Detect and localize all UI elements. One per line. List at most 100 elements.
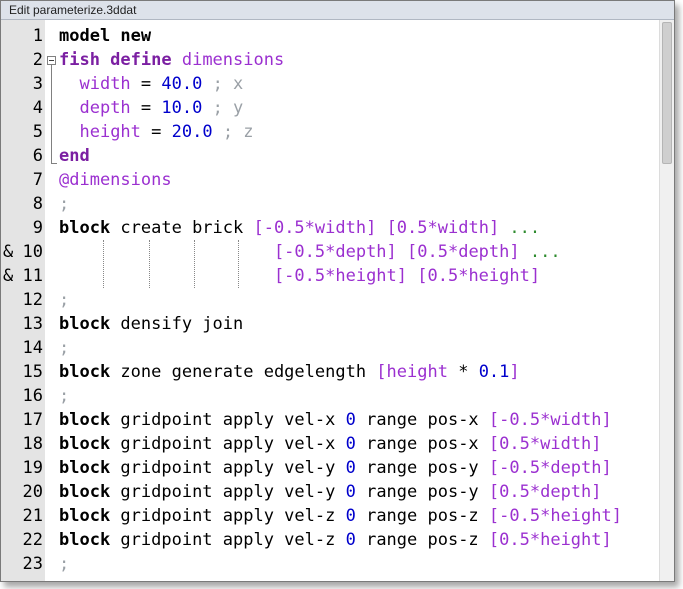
line-number: 20	[22, 482, 43, 502]
code-line[interactable]: 22 block gridpoint apply vel-z 0 range po…	[1, 528, 660, 552]
indent-guide	[194, 240, 195, 288]
code-token: [-0.5*	[488, 410, 551, 430]
line-code: ;	[59, 552, 69, 576]
code-token: 0	[345, 482, 356, 502]
code-token: height	[468, 266, 530, 286]
code-token: range pos-z	[355, 506, 489, 526]
line-code: ;	[59, 192, 69, 216]
code-token: *	[447, 362, 479, 382]
code-token: height	[386, 362, 448, 382]
code-line[interactable]: & 10 [-0.5*depth] [0.5*depth] ...	[1, 240, 660, 264]
indent-guide	[238, 240, 239, 288]
code-token: ]	[529, 266, 541, 286]
code-token: [-0.5*	[488, 458, 551, 478]
code-line[interactable]: 8;	[1, 192, 660, 216]
code-line[interactable]: 19 block gridpoint apply vel-y 0 range po…	[1, 456, 660, 480]
code-token: ]	[488, 218, 500, 238]
code-line[interactable]: 9 block create brick [-0.5*width] [0.5*wi…	[1, 216, 660, 240]
line-number: 23	[22, 554, 43, 574]
fold-toggle-icon[interactable]	[47, 56, 56, 65]
code-token: height	[550, 506, 612, 526]
code-token: block	[59, 530, 111, 550]
line-code: [-0.5*depth] [0.5*depth] ...	[59, 240, 561, 264]
code-line[interactable]: 12;	[1, 288, 660, 312]
code-token: depth	[540, 482, 592, 502]
line-number: 1	[32, 26, 43, 46]
code-line[interactable]: 21 block gridpoint apply vel-z 0 range po…	[1, 504, 660, 528]
code-token: block	[59, 314, 111, 334]
code-line[interactable]: 3 width = 40.0 ; x	[1, 72, 660, 96]
line-code: block gridpoint apply vel-x 0 range pos-…	[59, 408, 612, 432]
line-number: 21	[22, 506, 43, 526]
code-token: width	[550, 410, 602, 430]
code-token: model new	[59, 26, 152, 46]
code-token: block	[59, 410, 111, 430]
code-token: range pos-y	[355, 458, 489, 478]
code-token: ;	[59, 386, 70, 406]
code-token: range pos-x	[355, 434, 489, 454]
code-token: range pos-z	[355, 530, 489, 550]
code-token: range pos-x	[355, 410, 489, 430]
code-token: 0	[345, 530, 356, 550]
code-line[interactable]: 13 block densify join	[1, 312, 660, 336]
code-token: depth	[458, 242, 510, 262]
code-token: ]	[611, 506, 622, 526]
code-token: =	[130, 98, 162, 118]
code-token: depth	[79, 98, 131, 118]
code-line[interactable]: 23;	[1, 552, 660, 576]
code-line[interactable]: 18 block gridpoint apply vel-x 0 range po…	[1, 432, 660, 456]
code-token: block	[59, 506, 111, 526]
code-token: ;	[59, 194, 70, 214]
code-token: gridpoint apply vel-z	[110, 530, 346, 550]
code-line[interactable]: 6 end	[1, 144, 660, 168]
code-token: height	[79, 122, 141, 142]
vertical-scrollbar[interactable]	[659, 20, 674, 581]
line-number: 14	[22, 338, 43, 358]
code-line[interactable]: 14;	[1, 336, 660, 360]
line-number: 4	[32, 98, 43, 118]
code-token: ]	[509, 242, 520, 262]
line-number: 18	[22, 434, 43, 454]
code-token: 0	[345, 434, 356, 454]
line-code: ;	[59, 336, 69, 360]
code-line[interactable]: 17 block gridpoint apply vel-x 0 range po…	[1, 408, 660, 432]
line-code: fish define dimensions	[59, 48, 284, 72]
code-token: gridpoint apply vel-x	[110, 410, 346, 430]
line-code: width = 40.0 ; x	[59, 72, 243, 96]
code-token: [-0.5*	[253, 218, 315, 238]
code-token: ] [0.5*	[396, 266, 469, 286]
code-token: height	[335, 266, 397, 286]
line-number: 13	[22, 314, 43, 334]
code-line[interactable]: 20 block gridpoint apply vel-y 0 range po…	[1, 480, 660, 504]
line-number: 9	[32, 218, 43, 238]
code-lines[interactable]: 1 model new 2 fish define dimensions 3 width…	[1, 24, 660, 576]
line-code: block gridpoint apply vel-z 0 range pos-…	[59, 504, 622, 528]
code-line[interactable]: 16;	[1, 384, 660, 408]
code-editor[interactable]: 1 model new 2 fish define dimensions 3 width…	[1, 20, 674, 581]
fold-range-line	[51, 65, 52, 163]
code-line[interactable]: 7 @dimensions	[1, 168, 660, 192]
code-token: block	[59, 458, 111, 478]
code-token: 0	[345, 506, 356, 526]
line-number: 5	[32, 122, 43, 142]
code-token: gridpoint apply vel-y	[110, 458, 346, 478]
code-line[interactable]: 15 block zone generate edgelength [height…	[1, 360, 660, 384]
scrollbar-thumb[interactable]	[662, 22, 672, 164]
code-line[interactable]: 5 height = 20.0 ; z	[1, 120, 660, 144]
fold-end-marker	[51, 163, 57, 164]
code-line[interactable]: 4 depth = 10.0 ; y	[1, 96, 660, 120]
code-token: [	[376, 362, 387, 382]
editor-window: Edit parameterize.3ddat 1 model new 2 fish …	[0, 0, 675, 582]
code-line[interactable]: 1 model new	[1, 24, 660, 48]
code-token: densify join	[110, 314, 244, 334]
code-line[interactable]: & 11 [-0.5*height] [0.5*height]	[1, 264, 660, 288]
line-number: 2	[32, 50, 43, 70]
window-title: Edit parameterize.3ddat	[1, 1, 674, 20]
code-token: [-0.5*	[273, 266, 336, 286]
code-line[interactable]: 2 fish define dimensions	[1, 48, 660, 72]
line-code: block densify join	[59, 312, 243, 336]
line-code: @dimensions	[59, 168, 172, 192]
